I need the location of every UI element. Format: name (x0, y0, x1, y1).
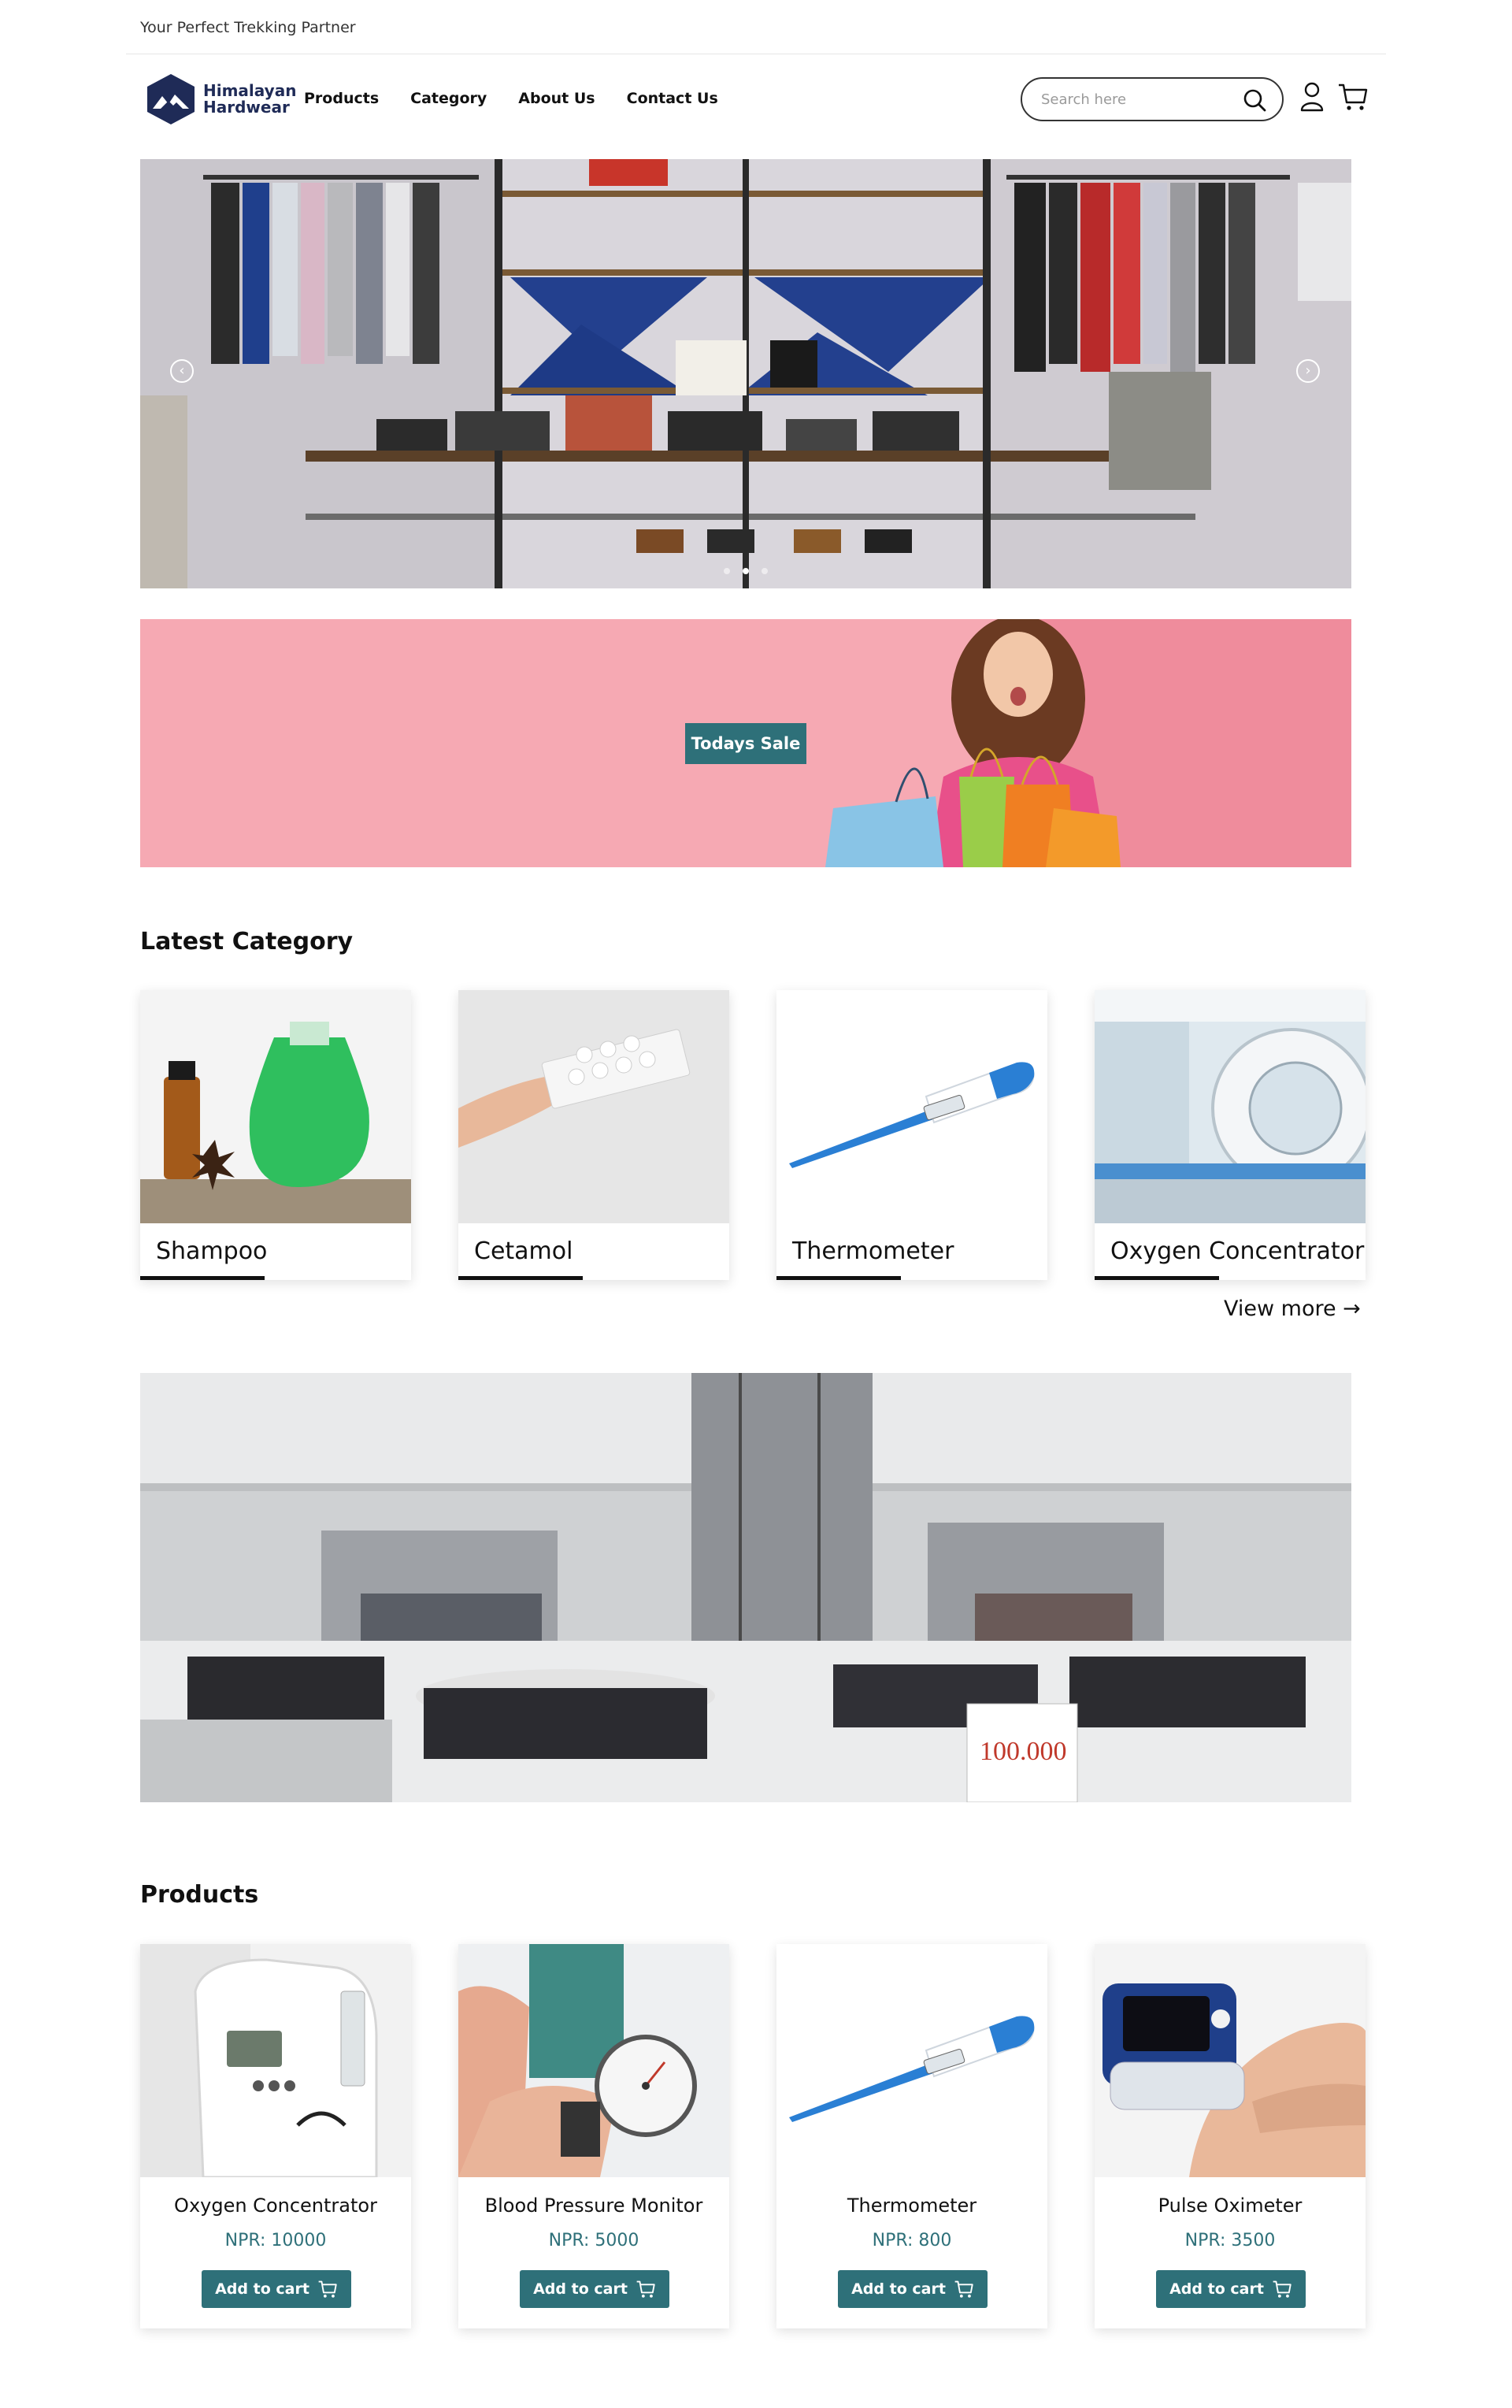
carousel-dot[interactable] (762, 568, 768, 574)
product-price: NPR: 800 (872, 2231, 952, 2250)
user-icon[interactable] (1299, 82, 1325, 112)
products-title: Products (140, 1881, 259, 1909)
product-price: NPR: 10000 (224, 2231, 327, 2250)
product-card: Thermometer NPR: 800 Add to cart (776, 1944, 1047, 2328)
search-box (1021, 77, 1284, 121)
latest-category-title: Latest Category (140, 928, 354, 955)
price-sign: 100.000 (980, 1737, 1067, 1766)
carousel-dots (140, 568, 1351, 574)
add-to-cart-label: Add to cart (851, 2280, 946, 2298)
product-card: Oxygen Concentrator NPR: 10000 Add to ca… (140, 1944, 411, 2328)
category-card[interactable]: Thermometer (776, 990, 1047, 1280)
category-label: Cetamol (474, 1237, 573, 1265)
oxygen-concentrator-product-image (140, 1944, 411, 2177)
add-to-cart-button[interactable]: Add to cart (520, 2270, 669, 2308)
logo-mark-icon (147, 74, 195, 124)
carousel-dot[interactable] (724, 568, 730, 574)
cart-icon (954, 2280, 973, 2298)
add-to-cart-button[interactable]: Add to cart (202, 2270, 351, 2308)
carousel-dot[interactable] (743, 568, 749, 574)
hero-prev-arrow-icon[interactable]: ‹ (170, 359, 194, 383)
hero-carousel: ‹ › (140, 159, 1351, 588)
product-price: NPR: 5000 (548, 2231, 639, 2250)
product-name: Oxygen Concentrator (174, 2195, 377, 2217)
product-price: NPR: 3500 (1184, 2231, 1276, 2250)
cart-icon (1273, 2280, 1292, 2298)
cetamol-image (458, 990, 729, 1223)
add-to-cart-label: Add to cart (1169, 2280, 1264, 2298)
blood-pressure-monitor-image (458, 1944, 729, 2177)
view-more-link[interactable]: View more → (1224, 1297, 1361, 1321)
product-card: Pulse Oximeter NPR: 3500 Add to cart (1095, 1944, 1366, 2328)
search-icon[interactable] (1243, 88, 1266, 112)
tagline: Your Perfect Trekking Partner (140, 19, 356, 36)
search-input[interactable] (1041, 88, 1230, 110)
pulse-oximeter-image (1095, 1944, 1366, 2177)
category-label: Oxygen Concentrator (1110, 1237, 1365, 1265)
store-interior-image (140, 1373, 1351, 1802)
category-card[interactable]: Shampoo (140, 990, 411, 1280)
oxygen-concentrator-category-image (1095, 990, 1366, 1223)
hero-next-arrow-icon[interactable]: › (1296, 359, 1320, 383)
logo-text-line2: Hardwear (203, 98, 290, 117)
cart-icon (636, 2280, 655, 2298)
category-card[interactable]: Oxygen Concentrator (1095, 990, 1366, 1280)
product-name: Blood Pressure Monitor (484, 2195, 703, 2217)
category-underline (776, 1276, 901, 1280)
cart-icon[interactable] (1337, 82, 1369, 112)
sale-banner: Todays Sale (140, 619, 1351, 867)
nav-contact-us[interactable]: Contact Us (627, 90, 718, 107)
add-to-cart-button[interactable]: Add to cart (838, 2270, 988, 2308)
product-name: Thermometer (847, 2195, 977, 2217)
thermometer-product-image (776, 1944, 1047, 2177)
nav-products[interactable]: Products (304, 90, 379, 107)
add-to-cart-label: Add to cart (215, 2280, 309, 2298)
main-nav: Products Category About Us Contact Us (304, 90, 718, 107)
category-underline (140, 1276, 265, 1280)
todays-sale-button[interactable]: Todays Sale (685, 723, 806, 764)
logo[interactable]: Himalayan Hardwear (145, 72, 296, 126)
shampoo-image (140, 990, 411, 1223)
category-card[interactable]: Cetamol (458, 990, 729, 1280)
category-underline (1095, 1276, 1219, 1280)
thermometer-image (776, 990, 1047, 1223)
add-to-cart-button[interactable]: Add to cart (1156, 2270, 1306, 2308)
product-name: Pulse Oximeter (1158, 2195, 1303, 2217)
category-label: Thermometer (792, 1237, 954, 1265)
logo-text-line1: Himalayan (203, 81, 297, 100)
site-header: Himalayan Hardwear Products Category Abo… (140, 71, 1372, 131)
nav-about-us[interactable]: About Us (518, 90, 595, 107)
product-card: Blood Pressure Monitor NPR: 5000 Add to … (458, 1944, 729, 2328)
add-to-cart-label: Add to cart (533, 2280, 628, 2298)
store-banner: 100.000 (140, 1373, 1351, 1802)
nav-category[interactable]: Category (410, 90, 487, 107)
category-underline (458, 1276, 583, 1280)
hero-image (140, 159, 1351, 588)
category-label: Shampoo (156, 1237, 268, 1265)
cart-icon (318, 2280, 337, 2298)
